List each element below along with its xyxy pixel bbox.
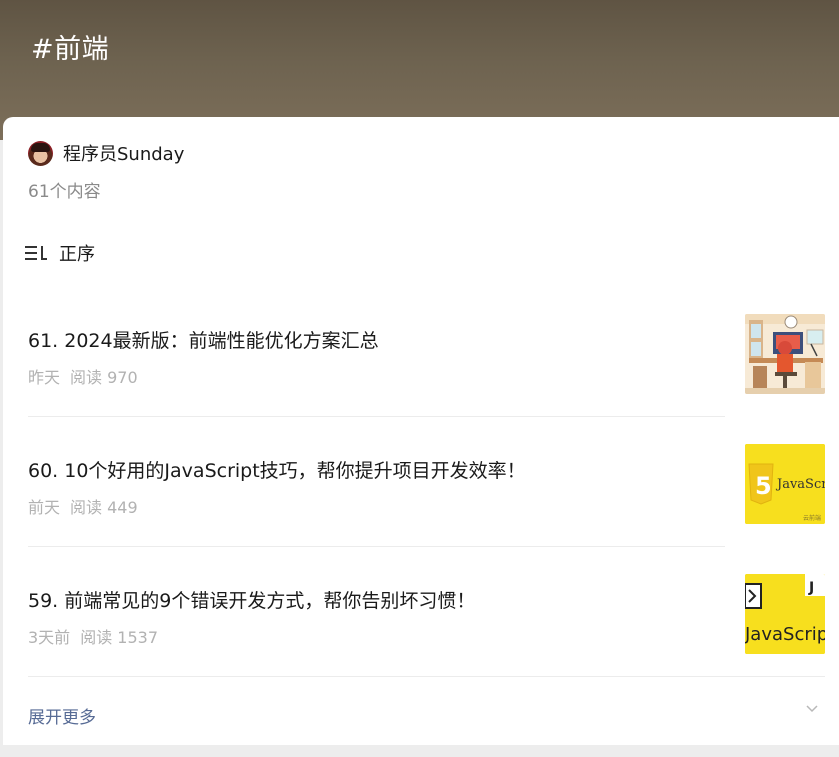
- divider: [28, 546, 725, 547]
- avatar[interactable]: [28, 140, 53, 166]
- article-meta: 3天前 阅读 1537: [28, 624, 158, 648]
- article-title[interactable]: 61. 2024最新版：前端性能优化方案汇总: [28, 326, 379, 353]
- article-item[interactable]: 60. 10个好用的JavaScript技巧，帮你提升项目开发效率！ 前天 阅读 …: [28, 456, 828, 586]
- article-thumbnail[interactable]: [745, 314, 825, 394]
- chevron-down-icon[interactable]: [806, 703, 818, 715]
- sort-toggle[interactable]: 正序: [25, 240, 95, 266]
- content-card: 程序员Sunday 61个内容 正序 61. 2024最新版：前端性能优化方案汇…: [3, 117, 839, 745]
- thumb-text: JavaScrip: [745, 624, 825, 645]
- author-name[interactable]: 程序员Sunday: [63, 140, 184, 166]
- javascript-terminal-icon: J JavaScrip: [745, 574, 825, 654]
- article-date: 前天: [28, 498, 61, 517]
- article-title[interactable]: 60. 10个好用的JavaScript技巧，帮你提升项目开发效率！: [28, 456, 526, 483]
- svg-text:J: J: [808, 580, 814, 596]
- article-date: 3天前: [28, 628, 71, 647]
- article-reads: 阅读 970: [70, 368, 138, 387]
- office-illustration-icon: [745, 314, 825, 394]
- article-reads: 阅读 449: [70, 498, 138, 517]
- article-thumbnail[interactable]: 5 JavaScri 云前端: [745, 444, 825, 524]
- article-item[interactable]: 61. 2024最新版：前端性能优化方案汇总 昨天 阅读 970: [28, 326, 828, 456]
- article-meta: 前天 阅读 449: [28, 494, 138, 518]
- sort-label: 正序: [59, 244, 95, 265]
- thumb-watermark: 云前端: [803, 514, 821, 522]
- sort-order-icon: [25, 244, 47, 262]
- article-title[interactable]: 59. 前端常见的9个错误开发方式，帮你告别坏习惯！: [28, 586, 475, 613]
- divider: [28, 676, 825, 677]
- javascript-logo-icon: 5 JavaScri 云前端: [745, 444, 825, 524]
- svg-text:5: 5: [755, 472, 772, 500]
- article-thumbnail[interactable]: J JavaScrip: [745, 574, 825, 654]
- article-date: 昨天: [28, 368, 61, 387]
- article-item[interactable]: 59. 前端常见的9个错误开发方式，帮你告别坏习惯！ 3天前 阅读 1537: [28, 586, 828, 716]
- content-count: 61个内容: [28, 182, 101, 202]
- page: #前端 程序员Sunday 61个内容 正序 61. 2024最新版：前端性能优…: [0, 0, 839, 757]
- thumb-text: JavaScri: [775, 477, 825, 492]
- divider: [28, 416, 725, 417]
- page-title: #前端: [31, 34, 110, 65]
- expand-more-link[interactable]: 展开更多: [28, 703, 96, 728]
- article-meta: 昨天 阅读 970: [28, 364, 138, 388]
- author-row[interactable]: 程序员Sunday: [28, 139, 184, 167]
- article-reads: 阅读 1537: [80, 628, 158, 647]
